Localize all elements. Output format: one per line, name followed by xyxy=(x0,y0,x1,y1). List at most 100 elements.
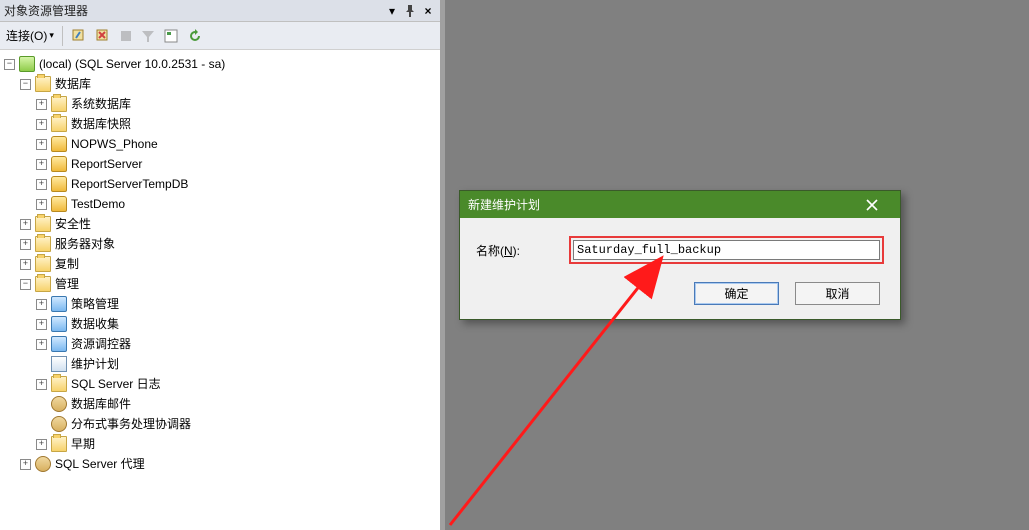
tree-node-policy[interactable]: + 策略管理 xyxy=(4,294,440,314)
tree-node-legacy[interactable]: + 早期 xyxy=(4,434,440,454)
expand-icon[interactable]: + xyxy=(20,259,31,270)
node-label[interactable]: 复制 xyxy=(55,254,79,274)
expand-icon[interactable]: + xyxy=(36,299,47,310)
cancel-label: 取消 xyxy=(825,285,849,302)
report-icon[interactable] xyxy=(161,26,181,46)
panel-dropdown-button[interactable]: ▾ xyxy=(384,3,400,19)
sql-agent-icon xyxy=(35,456,51,472)
node-label[interactable]: 分布式事务处理协调器 xyxy=(71,414,191,434)
close-icon[interactable] xyxy=(852,192,892,217)
connect-label: 连接(O) xyxy=(6,27,47,44)
expand-icon[interactable]: + xyxy=(36,439,47,450)
collapse-icon[interactable]: − xyxy=(20,79,31,90)
tree-node-dbmail[interactable]: 数据库邮件 xyxy=(4,394,440,414)
tree-node-security[interactable]: + 安全性 xyxy=(4,214,440,234)
expand-icon[interactable]: + xyxy=(36,179,47,190)
expand-icon[interactable]: + xyxy=(20,459,31,470)
expand-icon[interactable]: + xyxy=(36,339,47,350)
tree-node-sqllog[interactable]: + SQL Server 日志 xyxy=(4,374,440,394)
node-label[interactable]: 数据收集 xyxy=(71,314,119,334)
node-label[interactable]: 安全性 xyxy=(55,214,91,234)
collapse-icon[interactable]: − xyxy=(20,279,31,290)
node-label[interactable]: 系统数据库 xyxy=(71,94,131,114)
toolbar-separator xyxy=(62,26,63,46)
tree-node-agent[interactable]: + SQL Server 代理 xyxy=(4,454,440,474)
node-label[interactable]: 策略管理 xyxy=(71,294,119,314)
node-label[interactable]: 早期 xyxy=(71,434,95,454)
node-label[interactable]: 服务器对象 xyxy=(55,234,115,254)
expand-icon[interactable]: + xyxy=(36,99,47,110)
node-label[interactable]: 管理 xyxy=(55,274,79,294)
node-label[interactable]: SQL Server 代理 xyxy=(55,454,145,474)
connect-dropdown[interactable]: 连接(O) ▾ xyxy=(4,25,56,46)
tree-node-datacollect[interactable]: + 数据收集 xyxy=(4,314,440,334)
dialog-body: 名称(N): 确定 取消 xyxy=(460,218,900,319)
expand-icon[interactable]: + xyxy=(36,199,47,210)
name-input-highlight xyxy=(569,236,884,264)
node-label[interactable]: 数据库快照 xyxy=(71,114,131,134)
tree-node-db[interactable]: + NOPWS_Phone xyxy=(4,134,440,154)
filter-icon[interactable] xyxy=(139,27,157,45)
collapse-icon[interactable]: − xyxy=(4,59,15,70)
expand-icon[interactable]: + xyxy=(36,119,47,130)
tree-node-serverobj[interactable]: + 服务器对象 xyxy=(4,234,440,254)
ok-button[interactable]: 确定 xyxy=(694,282,779,305)
expand-icon[interactable]: + xyxy=(20,239,31,250)
folder-icon xyxy=(51,436,67,452)
panel-title: 对象资源管理器 xyxy=(4,2,382,19)
new-maintenance-plan-dialog: 新建维护计划 名称(N): 确定 取消 xyxy=(459,190,901,320)
maintenance-plan-icon xyxy=(51,356,67,372)
database-icon xyxy=(51,176,67,192)
object-explorer-panel: 对象资源管理器 ▾ × 连接(O) ▾ xyxy=(0,0,445,530)
node-label[interactable]: SQL Server 日志 xyxy=(71,374,161,394)
tree-node-db[interactable]: + ReportServerTempDB xyxy=(4,174,440,194)
tree-node-db[interactable]: + TestDemo xyxy=(4,194,440,214)
tree-node-replication[interactable]: + 复制 xyxy=(4,254,440,274)
chevron-down-icon: ▾ xyxy=(49,30,54,41)
node-label[interactable]: ReportServer xyxy=(71,154,142,174)
folder-icon xyxy=(35,236,51,252)
node-label[interactable]: TestDemo xyxy=(71,194,125,214)
object-explorer-tree[interactable]: − (local) (SQL Server 10.0.2531 - sa) − … xyxy=(0,50,440,530)
tree-root-server[interactable]: − (local) (SQL Server 10.0.2531 - sa) xyxy=(4,54,440,74)
tree-node-snapshot[interactable]: + 数据库快照 xyxy=(4,114,440,134)
node-label[interactable]: 维护计划 xyxy=(71,354,119,374)
node-label[interactable]: 资源调控器 xyxy=(71,334,131,354)
expand-icon[interactable]: + xyxy=(36,159,47,170)
tree-node-dtc[interactable]: 分布式事务处理协调器 xyxy=(4,414,440,434)
panel-pin-button[interactable] xyxy=(402,3,418,19)
folder-icon xyxy=(35,256,51,272)
node-label[interactable]: NOPWS_Phone xyxy=(71,134,158,154)
plan-name-input[interactable] xyxy=(573,240,880,260)
name-label: 名称(N): xyxy=(476,242,561,259)
datacollection-icon xyxy=(51,316,67,332)
policy-icon xyxy=(51,296,67,312)
no-children-icon xyxy=(36,399,47,410)
node-label[interactable]: ReportServerTempDB xyxy=(71,174,188,194)
folder-icon xyxy=(35,76,51,92)
folder-icon xyxy=(35,276,51,292)
tree-node-db[interactable]: + ReportServer xyxy=(4,154,440,174)
node-label[interactable]: 数据库 xyxy=(55,74,91,94)
refresh-icon[interactable] xyxy=(185,26,205,46)
disconnect-icon[interactable] xyxy=(93,26,113,46)
dialog-title: 新建维护计划 xyxy=(468,196,852,213)
expand-icon[interactable]: + xyxy=(36,379,47,390)
cancel-button[interactable]: 取消 xyxy=(795,282,880,305)
tree-node-sysdb[interactable]: + 系统数据库 xyxy=(4,94,440,114)
connect-icon[interactable] xyxy=(69,26,89,46)
tree-node-management[interactable]: − 管理 xyxy=(4,274,440,294)
expand-icon[interactable]: + xyxy=(36,319,47,330)
panel-close-button[interactable]: × xyxy=(420,3,436,19)
node-label[interactable]: 数据库邮件 xyxy=(71,394,131,414)
tree-node-databases[interactable]: − 数据库 xyxy=(4,74,440,94)
dialog-titlebar[interactable]: 新建维护计划 xyxy=(460,191,900,218)
expand-icon[interactable]: + xyxy=(20,219,31,230)
expand-icon[interactable]: + xyxy=(36,139,47,150)
stop-icon[interactable] xyxy=(117,27,135,45)
tree-node-maintplan[interactable]: 维护计划 xyxy=(4,354,440,374)
resource-governor-icon xyxy=(51,336,67,352)
ok-label: 确定 xyxy=(724,285,748,302)
node-label[interactable]: (local) (SQL Server 10.0.2531 - sa) xyxy=(39,54,225,74)
tree-node-resgov[interactable]: + 资源调控器 xyxy=(4,334,440,354)
